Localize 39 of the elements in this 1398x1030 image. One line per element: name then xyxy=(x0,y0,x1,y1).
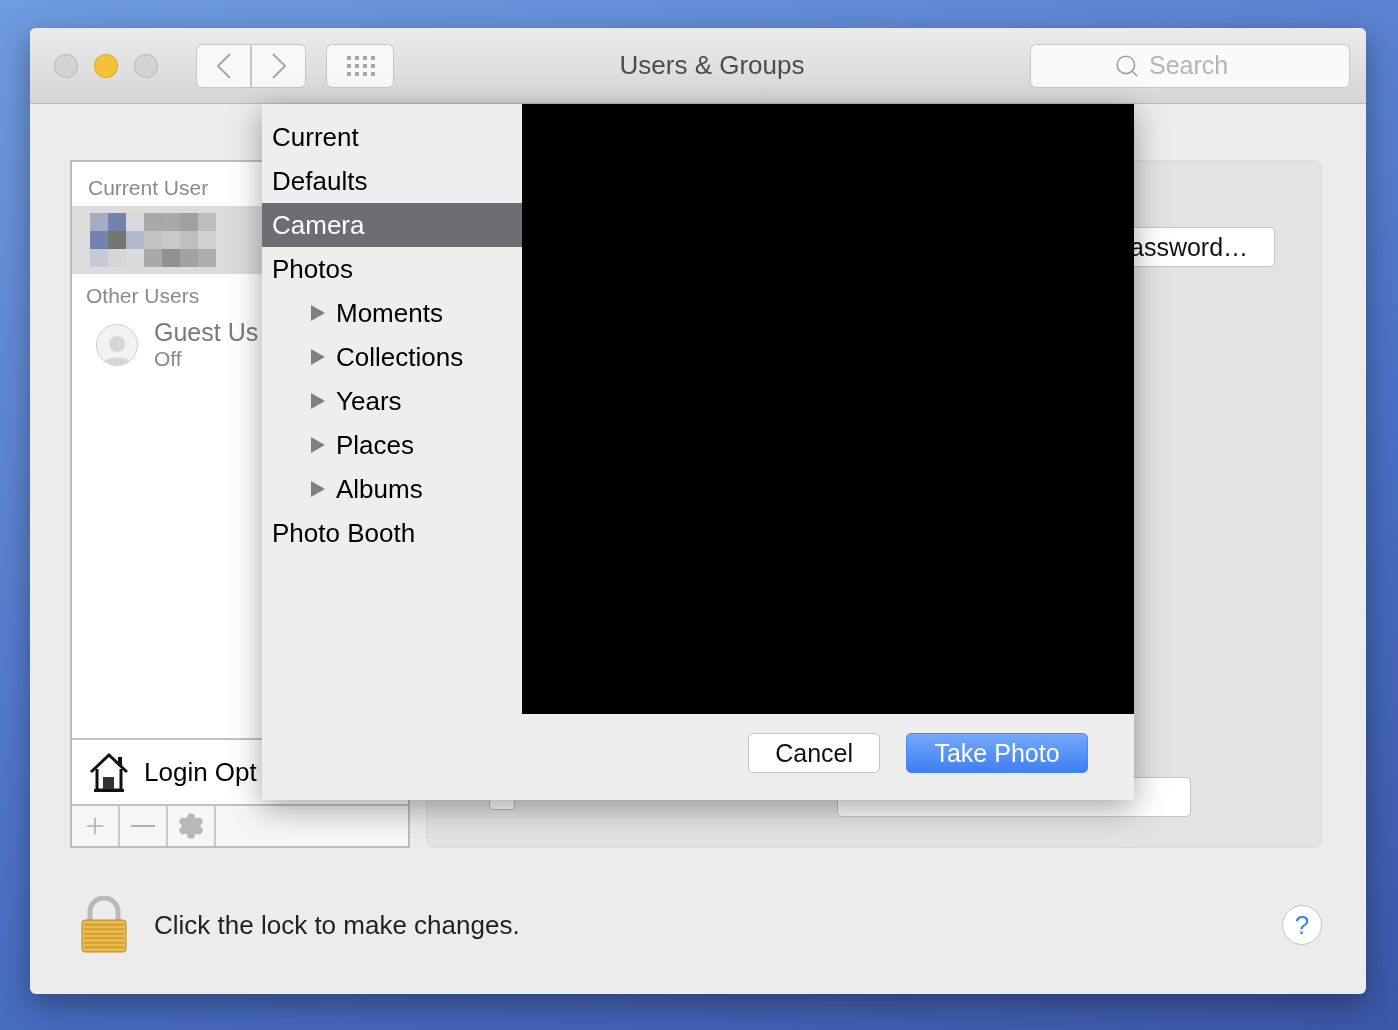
help-button[interactable]: ? xyxy=(1282,905,1322,945)
window-control-button[interactable] xyxy=(94,53,118,78)
disclosure-triangle-icon xyxy=(310,480,326,498)
show-all-button[interactable] xyxy=(326,43,394,88)
lock-icon xyxy=(80,896,128,954)
source-item[interactable]: Moments xyxy=(262,291,522,335)
source-item[interactable]: Defaults xyxy=(262,159,522,203)
avatar-icon xyxy=(96,323,138,366)
source-item[interactable]: Albums xyxy=(262,467,522,511)
search-field[interactable]: Search xyxy=(1030,43,1350,88)
user-status: Off xyxy=(154,347,183,371)
user-name: Guest Us xyxy=(154,318,259,347)
disclosure-triangle-icon xyxy=(310,304,326,322)
section-header: Other Users xyxy=(86,284,200,308)
disclosure-triangle-icon xyxy=(310,392,326,410)
disclosure-triangle-icon xyxy=(310,436,326,454)
disclosure-triangle-icon xyxy=(310,348,326,366)
back-button[interactable] xyxy=(196,43,251,88)
source-item[interactable]: Current xyxy=(262,115,522,159)
forward-button[interactable] xyxy=(251,43,306,88)
forward-icon xyxy=(271,52,286,79)
source-item[interactable]: Years xyxy=(262,379,522,423)
source-item[interactable]: Photos xyxy=(262,247,522,291)
back-icon xyxy=(216,52,231,79)
cancel-button[interactable]: Cancel xyxy=(748,733,880,773)
settings-icon xyxy=(177,812,205,840)
house-icon xyxy=(88,751,130,793)
grid-icon xyxy=(345,54,375,77)
login-options-label: Login Opt xyxy=(144,756,257,788)
lock-message: Click the lock to make changes. xyxy=(154,909,520,941)
source-item[interactable]: Places xyxy=(262,423,522,467)
source-item[interactable]: Collections xyxy=(262,335,522,379)
minus-icon xyxy=(131,825,155,827)
section-header: Current User xyxy=(88,176,209,200)
source-item[interactable]: Camera xyxy=(262,203,522,247)
source-item[interactable]: Photo Booth xyxy=(262,511,522,555)
window-control-button[interactable] xyxy=(54,53,78,78)
window-title: Users & Groups xyxy=(618,50,806,81)
window-control-button[interactable] xyxy=(134,53,158,78)
